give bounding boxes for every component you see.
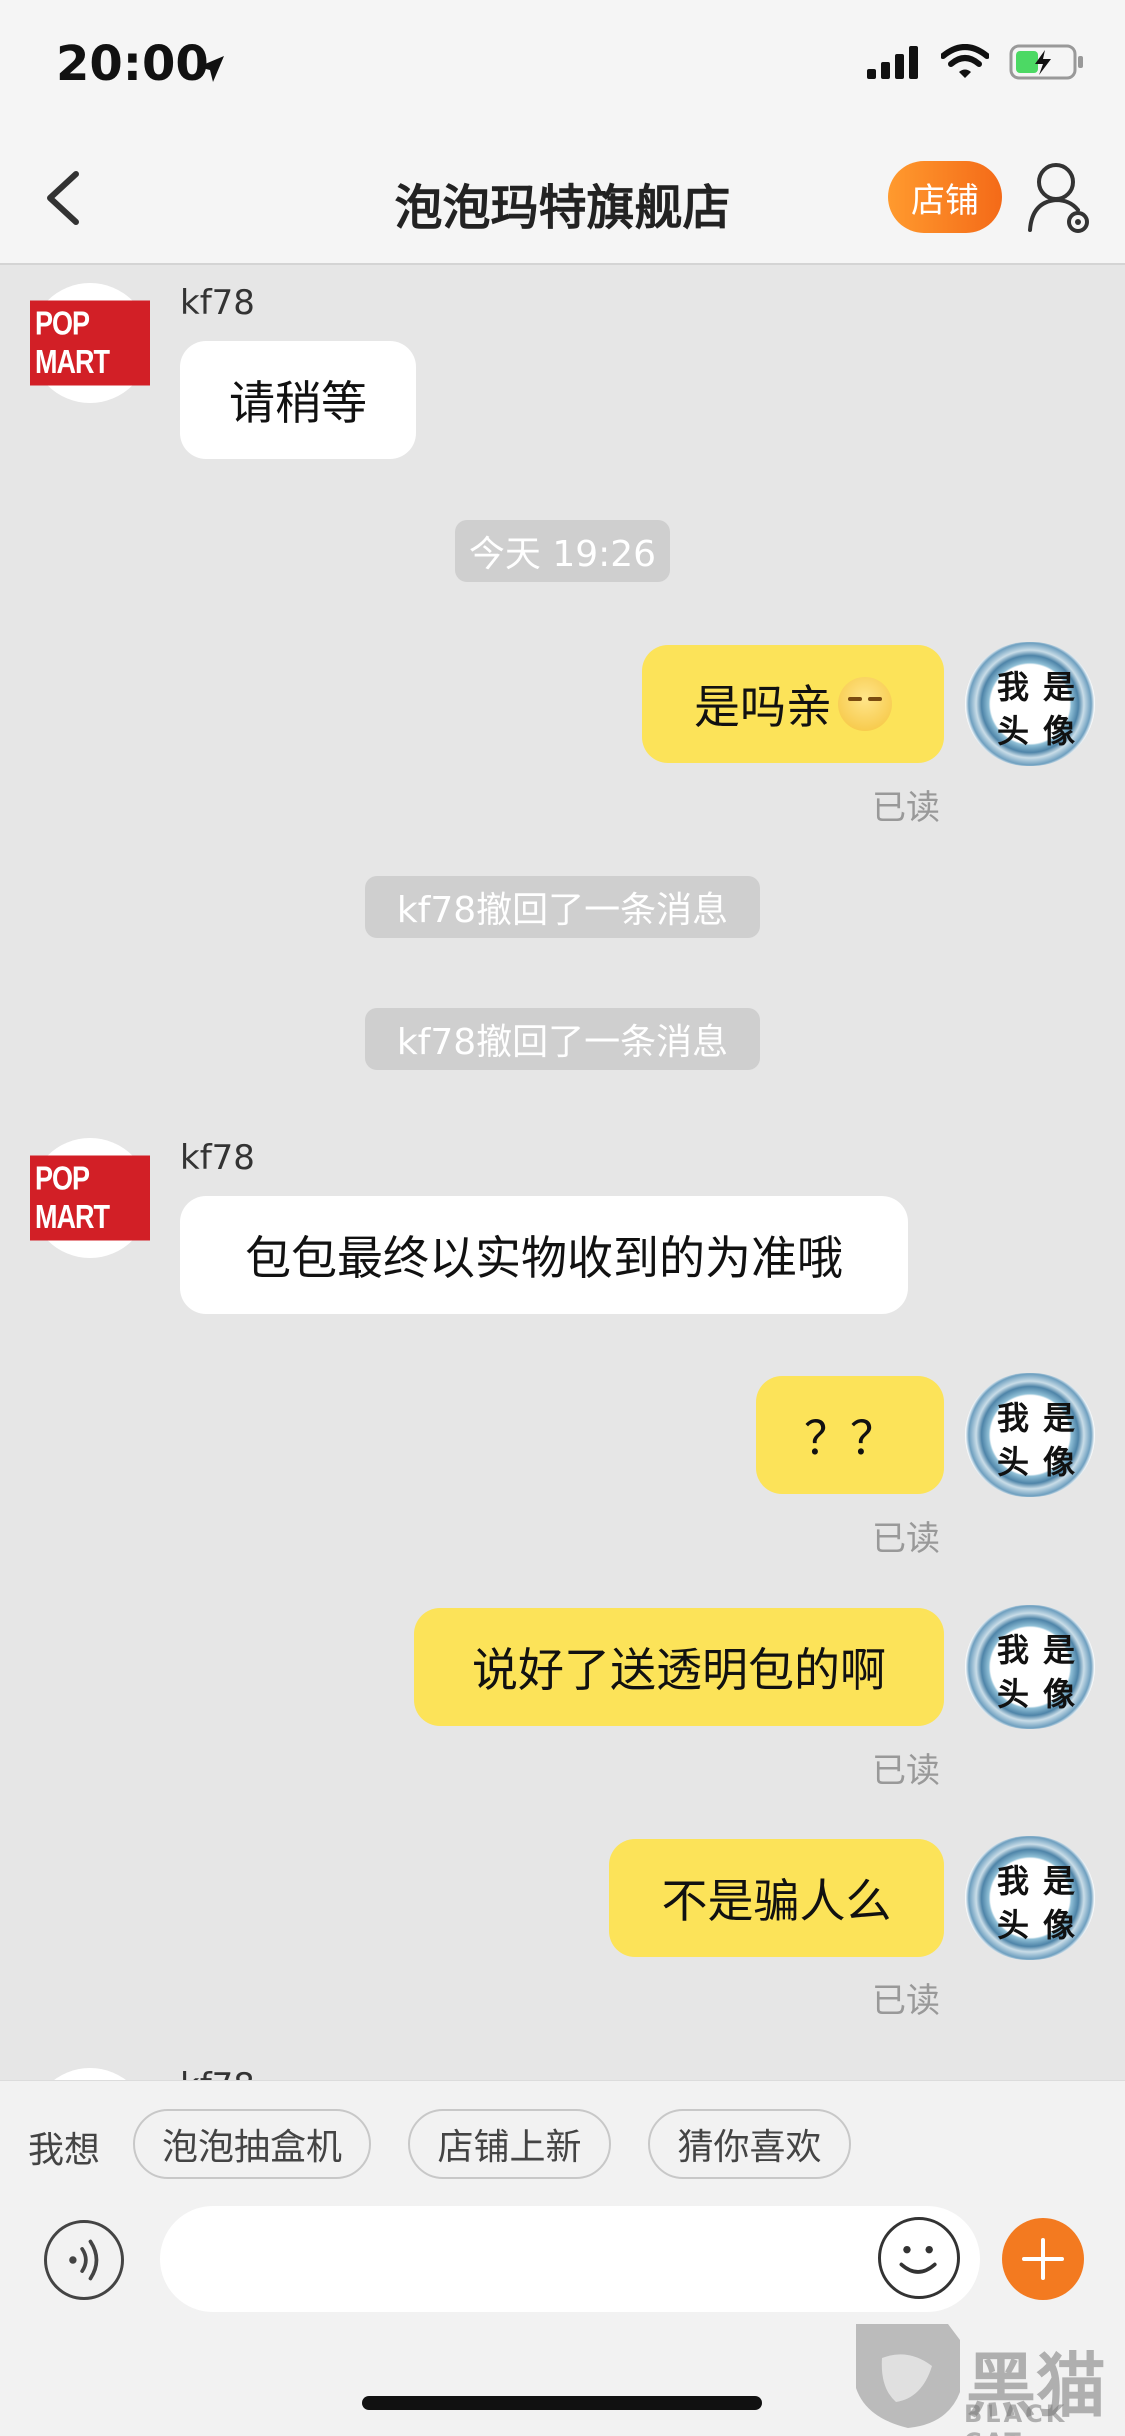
crying-laughing-emoji-icon [838, 677, 892, 731]
avatar-text: 像 [1043, 1675, 1076, 1713]
avatar-text: 是 [1043, 668, 1076, 706]
emoji-icon[interactable] [878, 2217, 960, 2299]
pop-mart-logo: POP MART [30, 1155, 150, 1241]
my-avatar[interactable]: 我 是 头 像 [965, 642, 1095, 766]
message-bubble-incoming[interactable]: 包包最终以实物收到的为准哦 [180, 1196, 908, 1314]
quick-chip-blind-box[interactable]: 泡泡抽盒机 [133, 2109, 371, 2179]
more-options-button[interactable] [1002, 2218, 1084, 2300]
avatar-text: 是 [1043, 1399, 1076, 1437]
shop-button[interactable]: 店铺 [888, 161, 1002, 233]
quick-chip-recommend[interactable]: 猜你喜欢 [648, 2109, 851, 2179]
avatar-text: 头 [997, 712, 1030, 750]
avatar-text: 头 [997, 1443, 1030, 1481]
read-status: 已读 [872, 1519, 940, 1559]
timestamp-label: 今天 19:26 [455, 520, 670, 582]
avatar-text: 像 [1043, 712, 1076, 750]
avatar-text: 头 [997, 1675, 1030, 1713]
signal-icon [867, 46, 918, 79]
avatar-text: 像 [1043, 1906, 1076, 1944]
avatar-text: 我 [997, 1631, 1030, 1669]
message-bubble-outgoing[interactable]: ？？ [756, 1376, 944, 1494]
quick-chip-new-arrivals[interactable]: 店铺上新 [408, 2109, 611, 2179]
my-avatar[interactable]: 我 是 头 像 [965, 1836, 1095, 1960]
avatar-text: 头 [997, 1906, 1030, 1944]
my-avatar[interactable]: 我 是 头 像 [965, 1605, 1095, 1729]
message-bubble-outgoing[interactable]: 是吗亲 [642, 645, 944, 763]
avatar-text: 像 [1043, 1443, 1076, 1481]
status-icons [867, 44, 1085, 80]
battery-charging-icon [1009, 44, 1083, 80]
message-text: 是吗亲 [694, 680, 832, 734]
sender-name: kf78 [180, 283, 255, 323]
status-time: 20:00 [56, 36, 209, 92]
plus-icon [1022, 2238, 1064, 2280]
location-arrow-icon [198, 56, 224, 82]
voice-input-icon[interactable] [44, 2220, 124, 2300]
avatar-text: 是 [1043, 1862, 1076, 1900]
message-bubble-incoming[interactable]: 请稍等 [180, 341, 416, 459]
watermark-subtext: BLACK CAT [964, 2400, 1068, 2436]
read-status: 已读 [872, 1981, 940, 2021]
avatar-text: 我 [997, 1399, 1030, 1437]
top-bar: 20:00 泡泡玛特旗舰店 店铺 [0, 0, 1125, 265]
wifi-icon [941, 44, 989, 78]
avatar-text: 是 [1043, 1631, 1076, 1669]
recalled-message-notice: kf78撤回了一条消息 [365, 876, 760, 938]
read-status: 已读 [872, 788, 940, 828]
avatar-text: 我 [997, 668, 1030, 706]
agent-avatar[interactable]: POP MART [30, 283, 150, 403]
message-bubble-outgoing[interactable]: 不是骗人么 [609, 1839, 944, 1957]
avatar-text: 我 [997, 1862, 1030, 1900]
sender-name: kf78 [180, 1138, 255, 1178]
pop-mart-logo: POP MART [30, 300, 150, 386]
my-avatar[interactable]: 我 是 头 像 [965, 1373, 1095, 1497]
read-status: 已读 [872, 1751, 940, 1791]
agent-avatar[interactable]: POP MART [30, 1138, 150, 1258]
quick-reply-label: 我想 [28, 2130, 101, 2171]
user-settings-button[interactable] [1026, 160, 1092, 236]
recalled-message-notice: kf78撤回了一条消息 [365, 1008, 760, 1070]
message-bubble-outgoing[interactable]: 说好了送透明包的啊 [414, 1608, 944, 1726]
message-input[interactable] [160, 2206, 980, 2312]
home-indicator [362, 2396, 762, 2410]
